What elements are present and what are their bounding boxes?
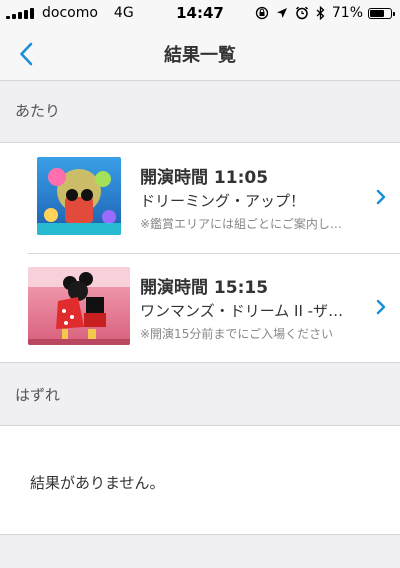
chevron-right-icon xyxy=(376,189,386,209)
section-header-miss: はずれ xyxy=(15,386,61,404)
show-thumbnail xyxy=(37,157,121,235)
row-note: ※鑑賞エリアには組ごとにご案内します xyxy=(140,217,352,231)
row-note: ※開演15分前までにご入場ください xyxy=(140,327,334,341)
battery-fill xyxy=(370,9,384,17)
list-item[interactable]: 開演時間 11:05 ドリーミング・アップ！ ※鑑賞エリアには組ごとにご案内しま… xyxy=(0,143,400,253)
status-right: 71% xyxy=(248,5,395,21)
rotation-lock-icon xyxy=(255,6,269,20)
row-showtime: 開演時間 15:15 xyxy=(140,278,269,298)
bluetooth-icon xyxy=(316,6,325,20)
list-item[interactable]: 開演時間 15:15 ワンマンズ・ドリーム II ‐ザ・マジック・リブズ・オン … xyxy=(0,253,400,363)
section-header-hit: あたり xyxy=(15,102,61,120)
page-title: 結果一覧 xyxy=(164,45,236,66)
status-bar: docomo 4G 14:47 71% xyxy=(0,0,400,28)
navigation-bar: 結果一覧 xyxy=(0,28,400,81)
battery-icon xyxy=(368,7,395,19)
chevron-right-icon xyxy=(376,299,386,319)
location-icon xyxy=(276,7,288,19)
row-showtime: 開演時間 11:05 xyxy=(140,168,269,188)
empty-result-text: 結果がありません。 xyxy=(30,474,165,492)
miss-list: 結果がありません。 xyxy=(0,425,400,535)
row-show-title: ドリーミング・アップ！ xyxy=(140,192,306,210)
row-show-title: ワンマンズ・ドリーム II ‐ザ・マジック・リブズ・オン xyxy=(140,302,352,320)
alarm-icon xyxy=(295,6,309,20)
screen: docomo 4G 14:47 71% 結果一覧 あたり 開演時間 11:05 … xyxy=(0,0,400,568)
battery-percent: 71% xyxy=(331,5,363,21)
hit-list: 開演時間 11:05 ドリーミング・アップ！ ※鑑賞エリアには組ごとにご案内しま… xyxy=(0,142,400,363)
show-thumbnail xyxy=(28,267,130,345)
